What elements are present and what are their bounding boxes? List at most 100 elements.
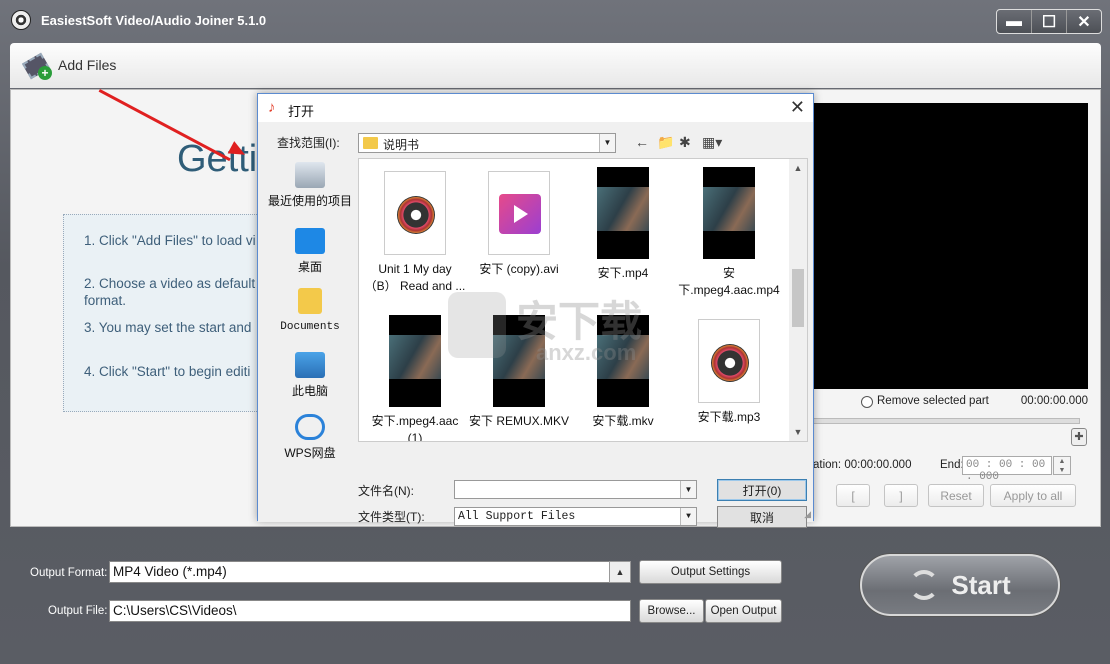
file-name: 安下.mp4 bbox=[597, 266, 649, 280]
step-2: 2. Choose a video as default bbox=[84, 276, 256, 291]
view-menu-icon[interactable]: ▦▾ bbox=[702, 134, 722, 151]
output-format-dropdown-icon[interactable]: ▲ bbox=[609, 561, 631, 583]
remove-selected-radio[interactable] bbox=[861, 396, 873, 408]
dialog-body: 查找范围(I): 说明书 ▼ ← 📁 ✱ ▦▾ 最近使用的项目 桌面 Docum… bbox=[258, 122, 813, 528]
filename-label: 文件名(N): bbox=[358, 484, 414, 498]
scroll-thumb[interactable] bbox=[792, 269, 804, 327]
filetype-value: All Support Files bbox=[458, 510, 576, 523]
maximize-button[interactable]: ☐ bbox=[1032, 10, 1067, 33]
scroll-down-icon[interactable]: ▼ bbox=[789, 427, 807, 437]
file-name: 安下 (copy).avi bbox=[479, 262, 559, 276]
place-desktop[interactable]: 桌面 bbox=[266, 228, 354, 275]
cancel-button[interactable]: 取消 bbox=[717, 506, 807, 528]
toolbar: + Add Files bbox=[10, 43, 1101, 88]
chevron-down-icon[interactable]: ▼ bbox=[680, 481, 696, 498]
minimize-button[interactable]: ▬ bbox=[997, 10, 1032, 33]
end-time-input[interactable]: 00 : 00 : 00 . 000 bbox=[962, 456, 1052, 483]
add-files-button[interactable]: + Add Files bbox=[21, 49, 117, 81]
apply-to-all-button[interactable]: Apply to all bbox=[990, 484, 1076, 507]
file-item[interactable]: Unit 1 My day （B） Read and ... bbox=[363, 171, 467, 295]
start-button[interactable]: Start bbox=[860, 554, 1060, 616]
window-controls: ▬ ☐ ✕ bbox=[996, 9, 1102, 34]
desktop-icon bbox=[295, 228, 325, 254]
file-item[interactable]: 安下 (copy).avi bbox=[467, 171, 571, 278]
app-title: EasiestSoft Video/Audio Joiner 5.1.0 bbox=[41, 13, 267, 28]
documents-icon bbox=[298, 288, 322, 314]
video-file-icon bbox=[488, 171, 550, 255]
filename-input[interactable]: ▼ bbox=[454, 480, 697, 499]
file-name: Unit 1 My day （B） Read and ... bbox=[364, 262, 466, 293]
film-add-icon: + bbox=[21, 50, 52, 80]
audio-file-icon bbox=[698, 319, 760, 403]
chevron-down-icon[interactable]: ▼ bbox=[680, 508, 696, 525]
browse-button[interactable]: Browse... bbox=[639, 599, 704, 623]
resize-grip-icon[interactable]: ◢ bbox=[804, 509, 811, 520]
lookin-label: 查找范围(I): bbox=[277, 136, 340, 150]
back-icon[interactable]: ← bbox=[635, 134, 649, 150]
remove-selected-label: Remove selected part bbox=[877, 395, 989, 407]
output-format-label: Output Format: bbox=[30, 567, 108, 579]
filetype-label: 文件类型(T): bbox=[358, 510, 425, 524]
filetype-select[interactable]: All Support Files ▼ bbox=[454, 507, 697, 526]
file-name: 安下.mpeg4.aac (1) bbox=[371, 414, 459, 442]
cloud-icon bbox=[295, 414, 325, 440]
video-thumbnail bbox=[703, 167, 755, 259]
step-3: 3. You may set the start and bbox=[84, 320, 252, 335]
new-folder-icon[interactable]: ✱ bbox=[679, 134, 691, 151]
watermark-shield-icon bbox=[448, 292, 506, 358]
step-1: 1. Click "Add Files" to load vi bbox=[84, 233, 256, 248]
audio-file-icon bbox=[384, 171, 446, 255]
places-bar: 最近使用的项目 桌面 Documents 此电脑 WPS网盘 bbox=[266, 158, 354, 492]
timeline-slider[interactable] bbox=[804, 418, 1080, 424]
lookin-combo[interactable]: 说明书 ▼ bbox=[358, 133, 616, 153]
file-list-scrollbar[interactable]: ▲ ▼ bbox=[789, 159, 807, 441]
video-thumbnail bbox=[597, 315, 649, 407]
video-thumbnail bbox=[597, 167, 649, 259]
scroll-up-icon[interactable]: ▲ bbox=[789, 163, 807, 173]
file-name: 安下载.mkv bbox=[592, 414, 654, 428]
place-documents-label: Documents bbox=[280, 321, 340, 333]
place-recent[interactable]: 最近使用的项目 bbox=[266, 162, 354, 209]
file-item[interactable]: 安下载.mp3 bbox=[677, 319, 781, 426]
output-file-input[interactable]: C:\Users\CS\Videos\ bbox=[109, 600, 631, 622]
open-output-button[interactable]: Open Output bbox=[705, 599, 782, 623]
getting-started-heading: Getti bbox=[177, 138, 258, 180]
start-label: Start bbox=[951, 569, 1011, 600]
dialog-close-icon[interactable]: ✕ bbox=[790, 97, 805, 118]
output-format-select[interactable]: MP4 Video (*.mp4) bbox=[109, 561, 631, 583]
file-item[interactable]: 安下.mp4 bbox=[571, 167, 675, 282]
steps-box: 1. Click "Add Files" to load vi 2. Choos… bbox=[63, 214, 283, 412]
end-time-spinner[interactable]: ▲ ▼ bbox=[1053, 456, 1071, 475]
output-settings-button[interactable]: Output Settings bbox=[639, 560, 782, 584]
file-item[interactable]: 安下载.mkv bbox=[571, 315, 675, 430]
remove-selected-row: Remove selected part 00:00:00.000 bbox=[804, 395, 1088, 411]
open-button[interactable]: 打开(0) bbox=[717, 479, 807, 501]
place-recent-label: 最近使用的项目 bbox=[267, 194, 352, 208]
place-this-pc-label: 此电脑 bbox=[291, 384, 328, 398]
place-documents[interactable]: Documents bbox=[266, 288, 354, 333]
set-end-mark-button[interactable]: ] bbox=[884, 484, 918, 507]
folder-icon bbox=[363, 137, 378, 149]
place-wps-label: WPS网盘 bbox=[284, 446, 336, 460]
add-files-label: Add Files bbox=[58, 57, 117, 73]
dialog-title: 打开 bbox=[288, 104, 315, 119]
place-desktop-label: 桌面 bbox=[297, 260, 322, 274]
end-label: End: bbox=[940, 459, 964, 471]
step-2-cont: format. bbox=[84, 293, 127, 308]
chevron-down-icon[interactable]: ▼ bbox=[599, 134, 615, 152]
set-start-mark-button[interactable]: [ bbox=[836, 484, 870, 507]
refresh-icon bbox=[909, 570, 940, 600]
place-this-pc[interactable]: 此电脑 bbox=[266, 352, 354, 399]
file-item[interactable]: 安下.mpeg4.aac.mp4 bbox=[677, 167, 781, 299]
lookin-value: 说明书 bbox=[383, 138, 420, 152]
step-4: 4. Click "Start" to begin editi bbox=[84, 364, 251, 379]
dialog-title-bar: ♪ 打开 ✕ bbox=[258, 94, 813, 122]
duration-text: ation: 00:00:00.000 bbox=[813, 459, 912, 471]
up-folder-icon[interactable]: 📁 bbox=[657, 134, 674, 151]
recent-items-icon bbox=[295, 162, 325, 188]
place-wps-cloud[interactable]: WPS网盘 bbox=[266, 414, 354, 461]
slider-thumb-icon[interactable]: ✚ bbox=[1071, 428, 1087, 446]
reset-button[interactable]: Reset bbox=[928, 484, 984, 507]
file-name: 安下 REMUX.MKV bbox=[468, 414, 569, 428]
close-button[interactable]: ✕ bbox=[1067, 10, 1101, 33]
